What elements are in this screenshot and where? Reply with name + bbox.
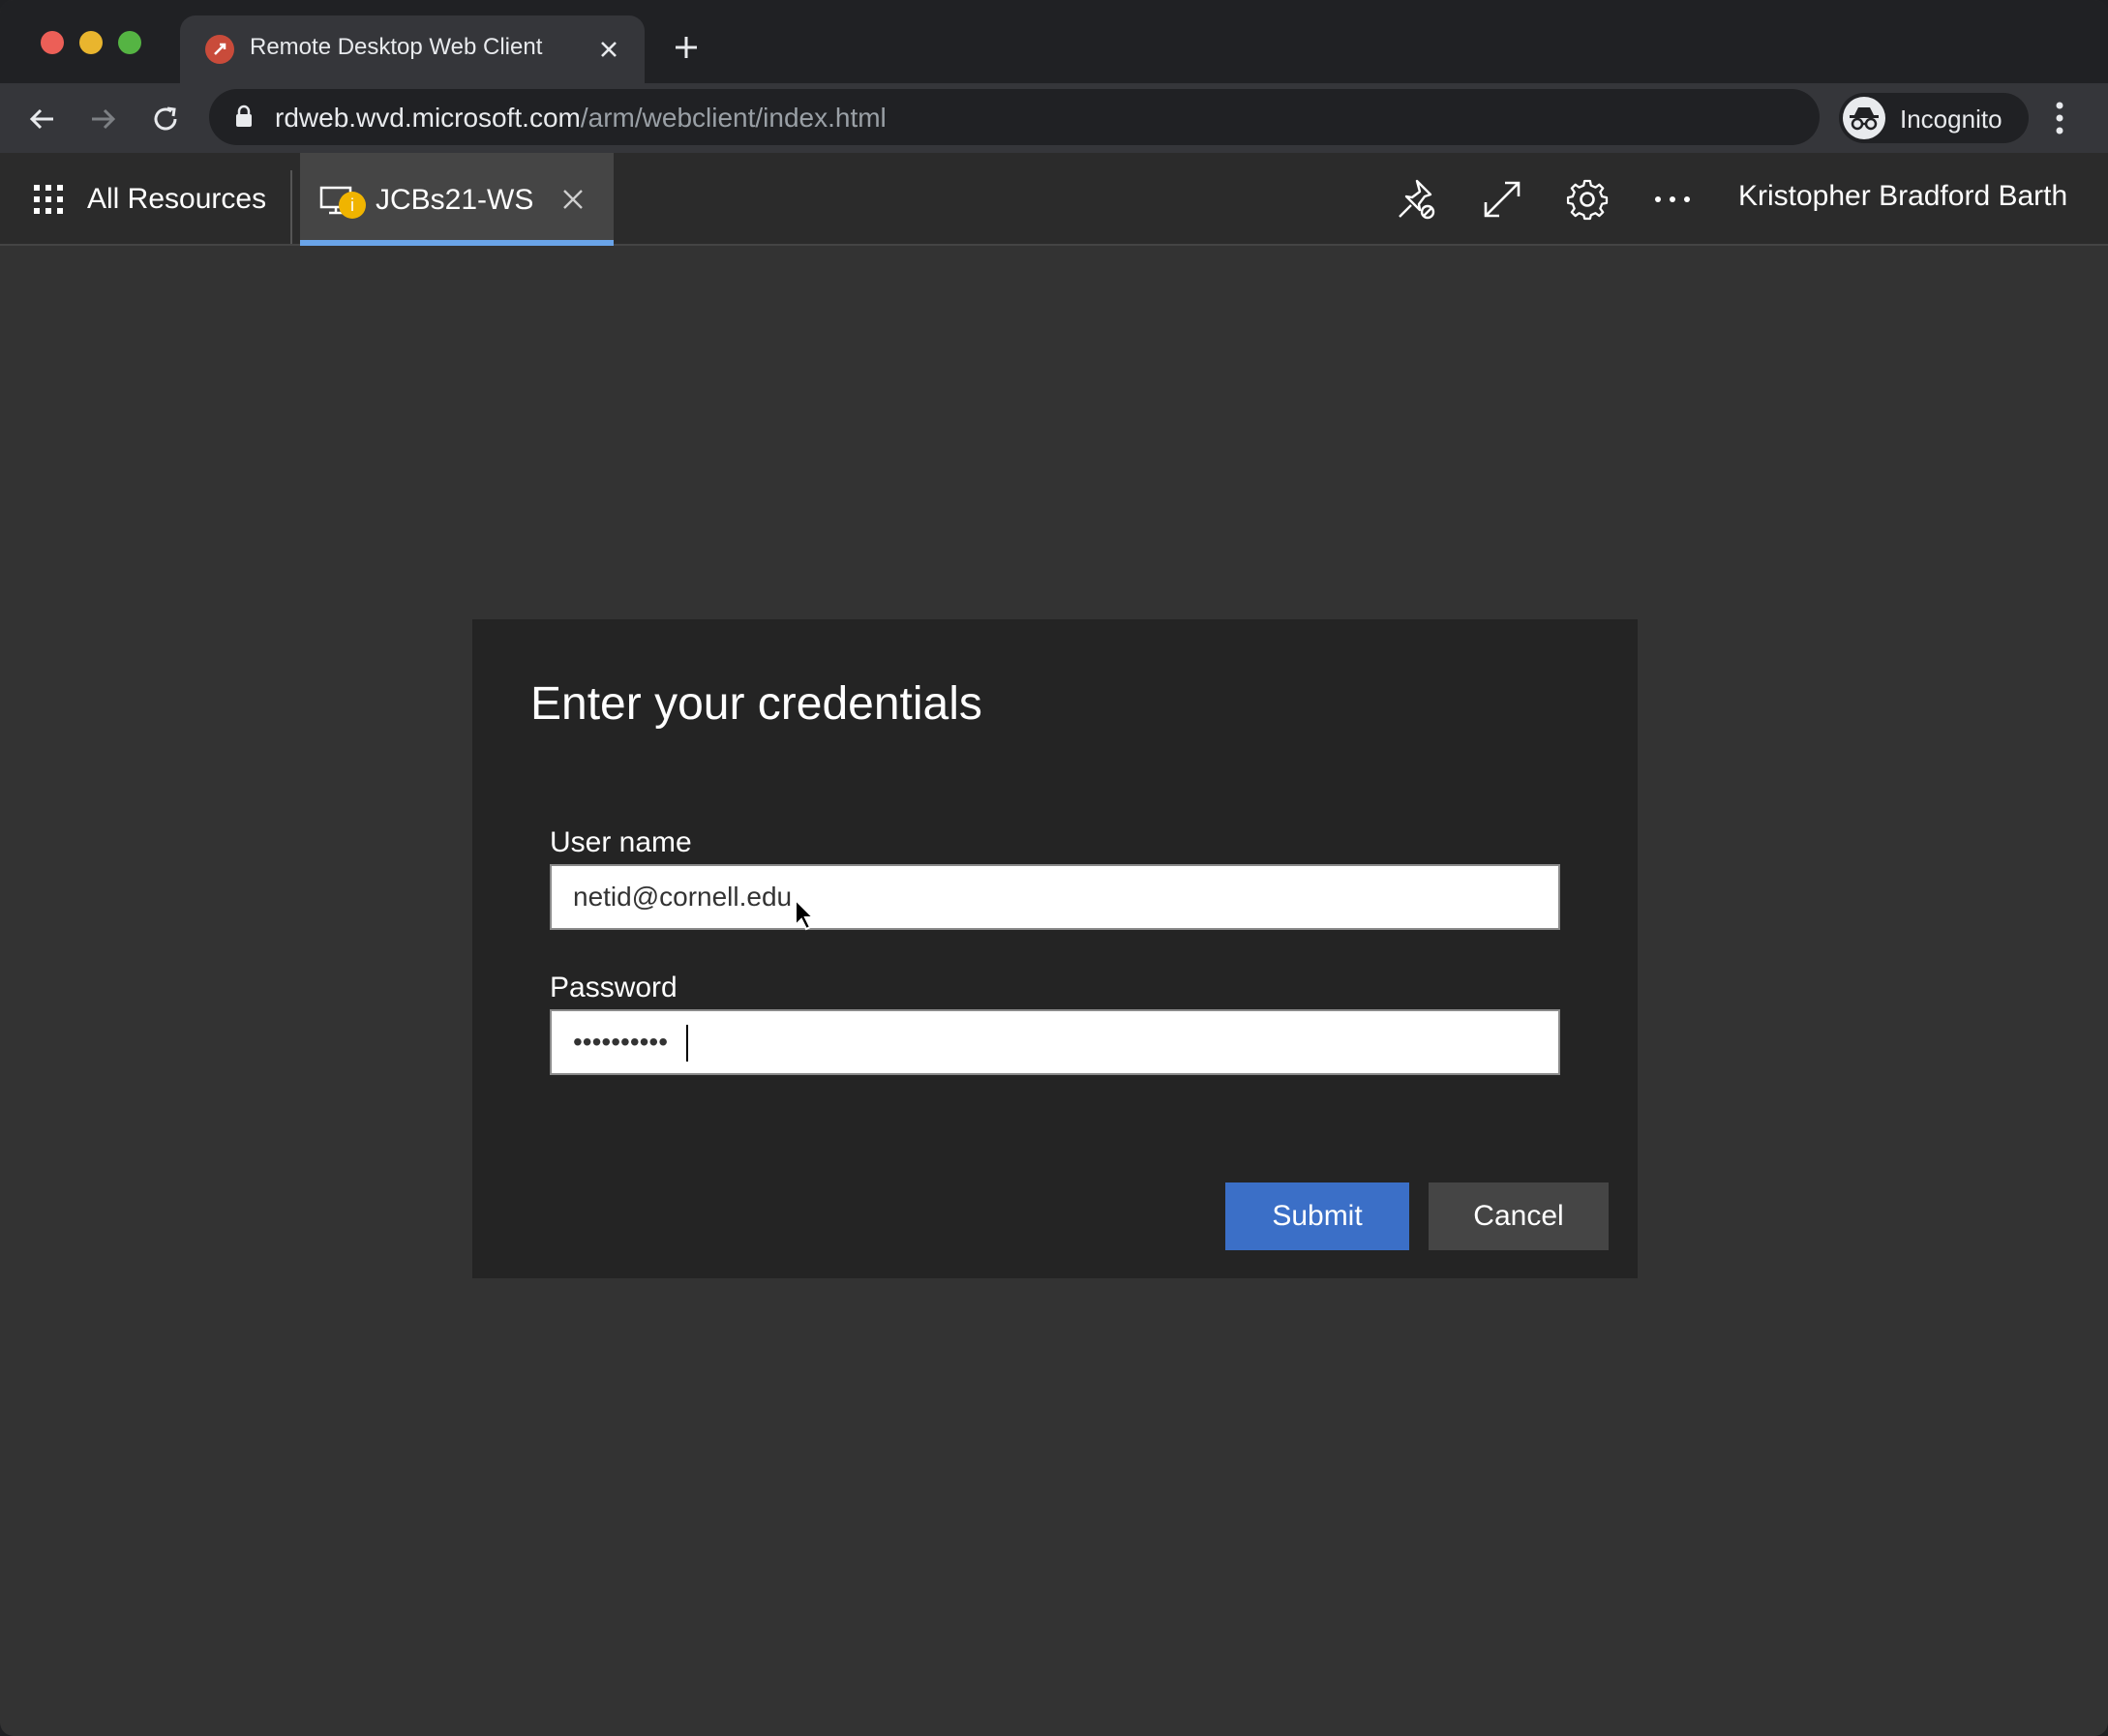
username-label: User name: [550, 826, 692, 858]
credentials-dialog: Enter your credentials User name Passwor…: [472, 619, 1638, 1278]
dialog-title: Enter your credentials: [530, 678, 982, 730]
browser-toolbar: rdweb.wvd.microsoft.com/arm/webclient/in…: [0, 83, 2108, 153]
incognito-label: Incognito: [1900, 105, 2003, 134]
app-grid-icon: [34, 185, 63, 214]
fullscreen-expand-icon[interactable]: [1479, 176, 1525, 223]
text-caret: [686, 1025, 688, 1062]
close-window-button[interactable]: [41, 31, 64, 54]
password-label: Password: [550, 972, 678, 1003]
password-input[interactable]: [550, 1009, 1560, 1075]
new-tab-plus-icon[interactable]: [670, 31, 703, 64]
lock-icon: [236, 105, 252, 127]
browser-tab-active[interactable]: Remote Desktop Web Client: [180, 15, 645, 83]
info-badge-icon: i: [339, 192, 366, 219]
signed-in-user-name[interactable]: Kristopher Bradford Barth: [1738, 180, 2067, 213]
browser-menu-icon[interactable]: [2054, 101, 2065, 135]
incognito-icon: [1843, 97, 1885, 139]
remote-desktop-favicon-icon: [205, 35, 234, 64]
close-session-icon[interactable]: [561, 188, 585, 211]
url-text: rdweb.wvd.microsoft.com/arm/webclient/in…: [275, 103, 887, 133]
browser-tab-title: Remote Desktop Web Client: [250, 34, 543, 60]
minimize-window-button[interactable]: [79, 31, 103, 54]
tab-strip: Remote Desktop Web Client: [0, 0, 2108, 83]
zoom-window-button[interactable]: [118, 31, 141, 54]
close-tab-icon[interactable]: [594, 35, 623, 64]
back-arrow-icon[interactable]: [23, 101, 60, 137]
toolbar-divider: [290, 170, 292, 244]
username-input[interactable]: [550, 864, 1560, 930]
more-options-icon[interactable]: [1649, 176, 1696, 223]
submit-button[interactable]: Submit: [1225, 1182, 1409, 1250]
all-resources-label: All Resources: [87, 183, 267, 215]
unpin-icon[interactable]: [1394, 176, 1440, 223]
browser-window: Remote Desktop Web Client rdweb.wvd.micr…: [0, 0, 2108, 1736]
cancel-button[interactable]: Cancel: [1429, 1182, 1609, 1250]
reload-icon[interactable]: [147, 101, 184, 137]
all-resources-button[interactable]: All Resources: [33, 178, 266, 221]
rd-command-bar: All Resources i JCBs21-WS Kristopher Bra…: [0, 153, 2108, 246]
mouse-pointer-icon: [795, 898, 815, 931]
session-tab[interactable]: i JCBs21-WS: [300, 153, 614, 246]
settings-gear-icon[interactable]: [1564, 176, 1611, 223]
address-bar[interactable]: rdweb.wvd.microsoft.com/arm/webclient/in…: [209, 89, 1993, 145]
session-tab-label: JCBs21-WS: [376, 184, 534, 216]
incognito-profile-button[interactable]: Incognito: [1839, 93, 2029, 143]
forward-arrow-icon[interactable]: [85, 101, 122, 137]
